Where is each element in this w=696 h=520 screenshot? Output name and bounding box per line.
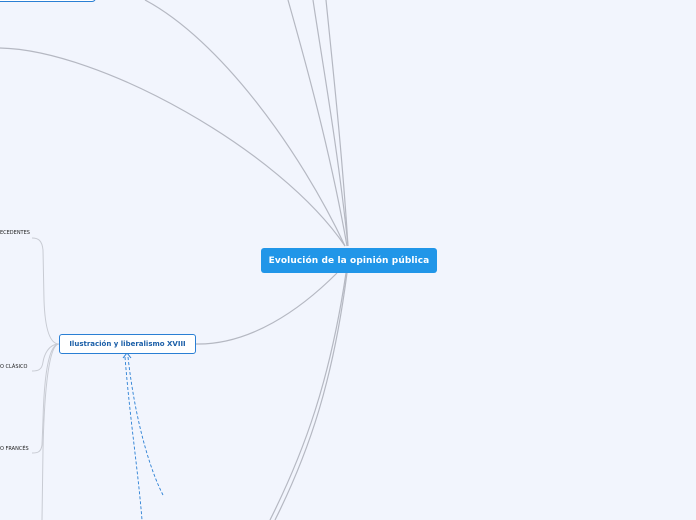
connector-left-branch	[0, 47, 346, 247]
leaf-topic-clasico[interactable]: O CLÁSICO	[0, 364, 27, 370]
leaf-topic-frances[interactable]: O FRANCÉS	[0, 446, 29, 452]
topleft-topic-node[interactable]	[0, 0, 96, 2]
subtopic-node-ilustracion[interactable]: Ilustración y liberalismo XVIII	[59, 334, 196, 354]
central-topic-node[interactable]: Evolución de la opinión pública	[261, 248, 437, 273]
leaf-topic-antecedentes[interactable]: ECEDENTES	[0, 230, 30, 236]
connector-leaf-clasico	[31, 343, 60, 372]
connector-bottom-1	[269, 272, 347, 520]
connector-top-3	[325, 0, 349, 247]
connector-ilustracion	[195, 272, 338, 345]
connector-top-2	[312, 0, 349, 247]
dashed-link-b	[127, 356, 164, 496]
connector-leaf-bottom	[41, 343, 60, 520]
dashed-link-a	[124, 356, 143, 520]
connector-leaf-antecedentes	[31, 237, 60, 345]
connector-bottom-2	[274, 272, 348, 520]
